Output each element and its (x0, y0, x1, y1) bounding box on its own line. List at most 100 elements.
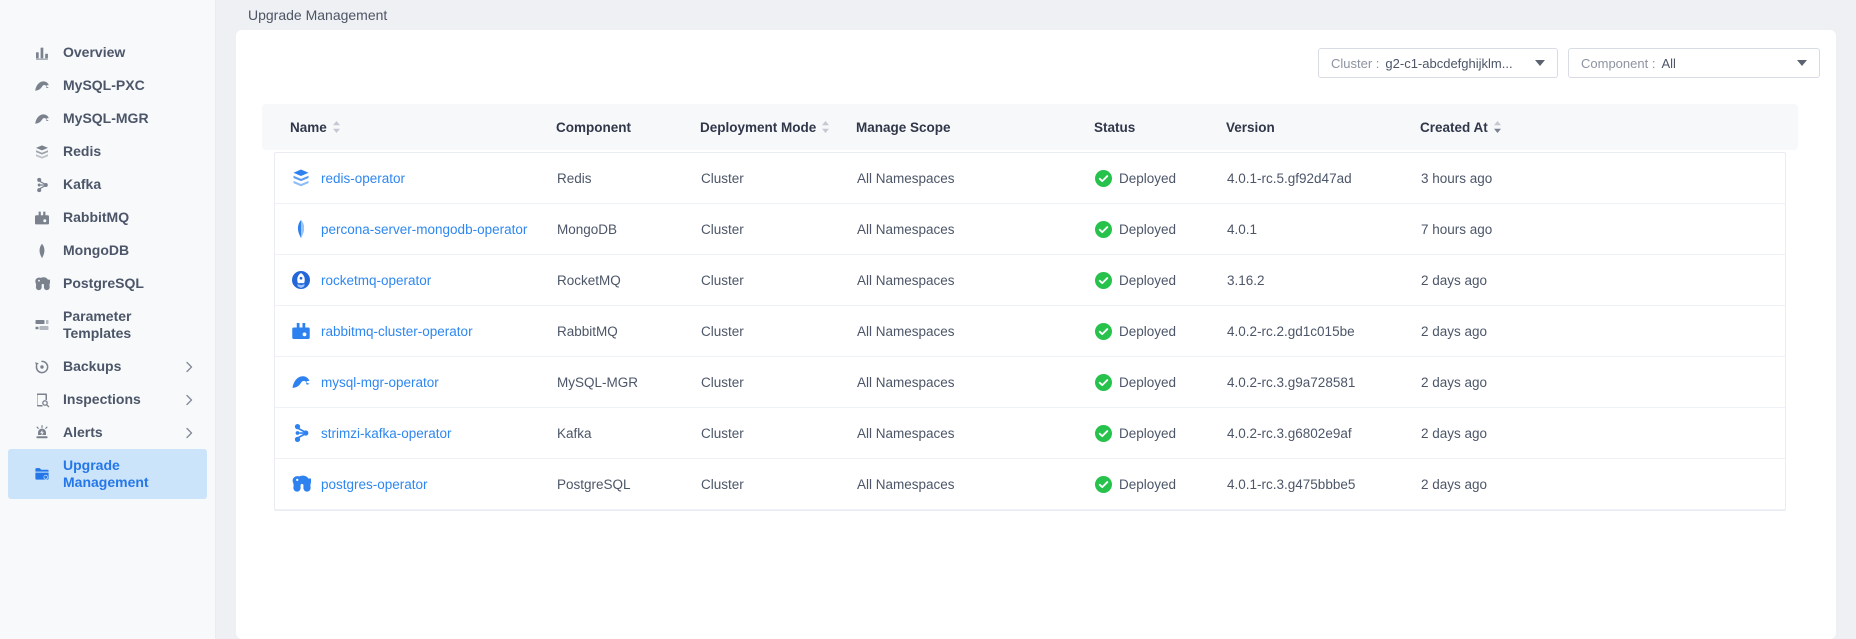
chevron-right-icon (183, 427, 195, 439)
operator-name-link[interactable]: postgres-operator (321, 477, 428, 492)
operator-name-link[interactable]: strimzi-kafka-operator (321, 426, 452, 441)
manage-scope-cell: All Namespaces (857, 171, 1095, 186)
name-cell: mysql-mgr-operator (291, 372, 557, 392)
backups-icon (34, 359, 50, 375)
operator-name-link[interactable]: rabbitmq-cluster-operator (321, 324, 473, 339)
table-column-header[interactable]: Deployment Mode (700, 120, 856, 135)
status-label: Deployed (1119, 171, 1176, 186)
sort-carets-icon[interactable] (1493, 120, 1502, 134)
deployment-mode-cell: Cluster (701, 375, 857, 390)
sidebar-item[interactable]: Parameter Templates (8, 300, 207, 350)
sidebar-item-label: MySQL-PXC (63, 77, 195, 94)
table-column-header[interactable]: Name (290, 120, 556, 135)
sidebar-item[interactable]: MySQL-PXC (8, 69, 207, 102)
chevron-right-icon (183, 394, 195, 406)
breadcrumb: Upgrade Management (240, 7, 387, 23)
deployment-mode-cell: Cluster (701, 222, 857, 237)
column-label: Component (556, 120, 631, 135)
sidebar-item[interactable]: PostgreSQL (8, 267, 207, 300)
manage-scope-cell: All Namespaces (857, 375, 1095, 390)
sidebar-item[interactable]: MySQL-MGR (8, 102, 207, 135)
table-column-header[interactable]: Version (1226, 120, 1420, 135)
operators-table: Name Component Deployment Mode (262, 104, 1798, 511)
postgresql-icon (34, 276, 50, 292)
table-column-header[interactable]: Component (556, 120, 700, 135)
name-cell: strimzi-kafka-operator (291, 423, 557, 443)
manage-scope-cell: All Namespaces (857, 222, 1095, 237)
parameter-templates-icon (34, 317, 50, 333)
deployed-check-icon (1095, 221, 1112, 238)
table-row: postgres-operator PostgreSQL Cluster All… (275, 459, 1785, 510)
deployment-mode-cell: Cluster (701, 426, 857, 441)
sidebar-item-label: Inspections (63, 391, 170, 408)
manage-scope-cell: All Namespaces (857, 273, 1095, 288)
sidebar-item[interactable]: Overview (8, 36, 207, 69)
table-column-header[interactable]: Status (1094, 120, 1226, 135)
version-cell: 4.0.1 (1227, 222, 1421, 237)
version-cell: 4.0.1-rc.3.g475bbbe5 (1227, 477, 1421, 492)
mongodb-icon (34, 243, 50, 259)
deployment-mode-cell: Cluster (701, 477, 857, 492)
sort-carets-icon[interactable] (332, 120, 341, 134)
operator-name-link[interactable]: rocketmq-operator (321, 273, 431, 288)
operator-name-link[interactable]: percona-server-mongodb-operator (321, 222, 527, 237)
table-column-header[interactable]: Manage Scope (856, 120, 1094, 135)
inspections-icon (34, 392, 50, 408)
table-column-header[interactable]: Created At (1420, 120, 1770, 135)
rabbitmq-icon (34, 210, 50, 226)
operator-name-link[interactable]: redis-operator (321, 171, 405, 186)
mysql-icon (34, 78, 50, 94)
created-at-cell: 3 hours ago (1421, 171, 1769, 186)
sidebar-item[interactable]: MongoDB (8, 234, 207, 267)
status-cell: Deployed (1095, 425, 1227, 442)
sidebar-item[interactable]: Redis (8, 135, 207, 168)
sidebar-item-label: Overview (63, 44, 195, 61)
column-label: Deployment Mode (700, 120, 816, 135)
alerts-icon (34, 425, 50, 441)
name-cell: percona-server-mongodb-operator (291, 219, 557, 239)
table-row: percona-server-mongodb-operator MongoDB … (275, 204, 1785, 255)
upgrade-management-icon (34, 466, 50, 482)
rabbitmq-operator-icon (291, 321, 311, 341)
sidebar-item-label: MongoDB (63, 242, 195, 259)
sort-carets-icon[interactable] (821, 120, 830, 134)
deployment-mode-cell: Cluster (701, 171, 857, 186)
component-cell: MySQL-MGR (557, 375, 701, 390)
status-label: Deployed (1119, 426, 1176, 441)
table-body: redis-operator Redis Cluster All Namespa… (274, 152, 1786, 511)
mysql-operator-icon (291, 372, 311, 392)
sidebar-item[interactable]: Backups (8, 350, 207, 383)
deployed-check-icon (1095, 476, 1112, 493)
mongodb-operator-icon (291, 219, 311, 239)
name-cell: postgres-operator (291, 474, 557, 494)
table-header-row: Name Component Deployment Mode (262, 104, 1798, 150)
sidebar-item-label: PostgreSQL (63, 275, 195, 292)
status-label: Deployed (1119, 324, 1176, 339)
cluster-select[interactable]: Cluster : g2-c1-abcdefghijklm... (1318, 48, 1558, 78)
component-select[interactable]: Component : All (1568, 48, 1820, 78)
deployed-check-icon (1095, 170, 1112, 187)
sidebar-item-label: Parameter Templates (63, 308, 195, 342)
sidebar-item-label: Upgrade Management (63, 457, 195, 491)
sidebar-item[interactable]: RabbitMQ (8, 201, 207, 234)
status-cell: Deployed (1095, 170, 1227, 187)
sidebar-item[interactable]: Kafka (8, 168, 207, 201)
status-label: Deployed (1119, 375, 1176, 390)
breadcrumb-label: Upgrade Management (248, 7, 387, 23)
created-at-cell: 2 days ago (1421, 477, 1769, 492)
component-cell: RocketMQ (557, 273, 701, 288)
component-select-label: Component : (1581, 56, 1655, 71)
sidebar-item[interactable]: Alerts (8, 416, 207, 449)
table-row: rabbitmq-cluster-operator RabbitMQ Clust… (275, 306, 1785, 357)
sidebar-item[interactable]: Upgrade Management (8, 449, 207, 499)
table-row: mysql-mgr-operator MySQL-MGR Cluster All… (275, 357, 1785, 408)
component-cell: MongoDB (557, 222, 701, 237)
deployed-check-icon (1095, 425, 1112, 442)
component-cell: Kafka (557, 426, 701, 441)
created-at-cell: 2 days ago (1421, 375, 1769, 390)
sidebar-item[interactable]: Inspections (8, 383, 207, 416)
operator-name-link[interactable]: mysql-mgr-operator (321, 375, 439, 390)
column-label: Manage Scope (856, 120, 951, 135)
mysql-icon (34, 111, 50, 127)
version-cell: 4.0.2-rc.2.gd1c015be (1227, 324, 1421, 339)
